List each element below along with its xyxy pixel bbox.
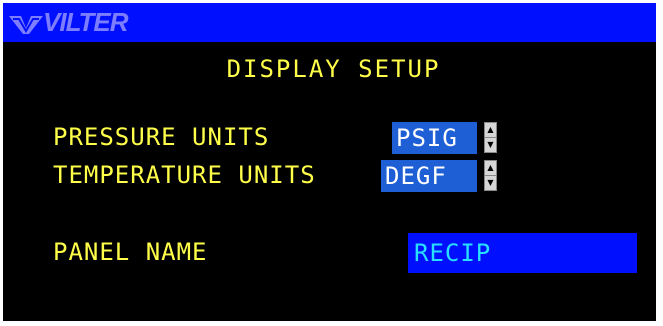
- arrow-down-icon[interactable]: ▼: [485, 138, 496, 152]
- panel-name-label: PANEL NAME: [53, 238, 208, 266]
- temperature-units-label: TEMPERATURE UNITS: [53, 161, 316, 189]
- vilter-logo-icon: [9, 16, 43, 34]
- arrow-up-icon[interactable]: ▲: [485, 161, 496, 176]
- pressure-units-spinner[interactable]: ▲ ▼: [484, 122, 497, 153]
- temperature-units-spinner[interactable]: ▲ ▼: [484, 160, 497, 191]
- brand-name: VILTER: [43, 7, 129, 37]
- arrow-up-icon[interactable]: ▲: [485, 123, 496, 138]
- header-bar: VILTER: [3, 3, 656, 42]
- panel-name-field[interactable]: RECIP: [408, 233, 637, 273]
- arrow-down-icon[interactable]: ▼: [485, 176, 496, 190]
- brand-logo: VILTER: [7, 5, 129, 39]
- hmi-screen: VILTER DISPLAY SETUP PRESSURE UNITS PSIG…: [3, 3, 656, 321]
- pressure-units-field[interactable]: PSIG: [392, 122, 477, 154]
- temperature-units-field[interactable]: DEGF: [381, 160, 477, 192]
- page-title: DISPLAY SETUP: [226, 55, 441, 83]
- pressure-units-label: PRESSURE UNITS: [53, 123, 270, 151]
